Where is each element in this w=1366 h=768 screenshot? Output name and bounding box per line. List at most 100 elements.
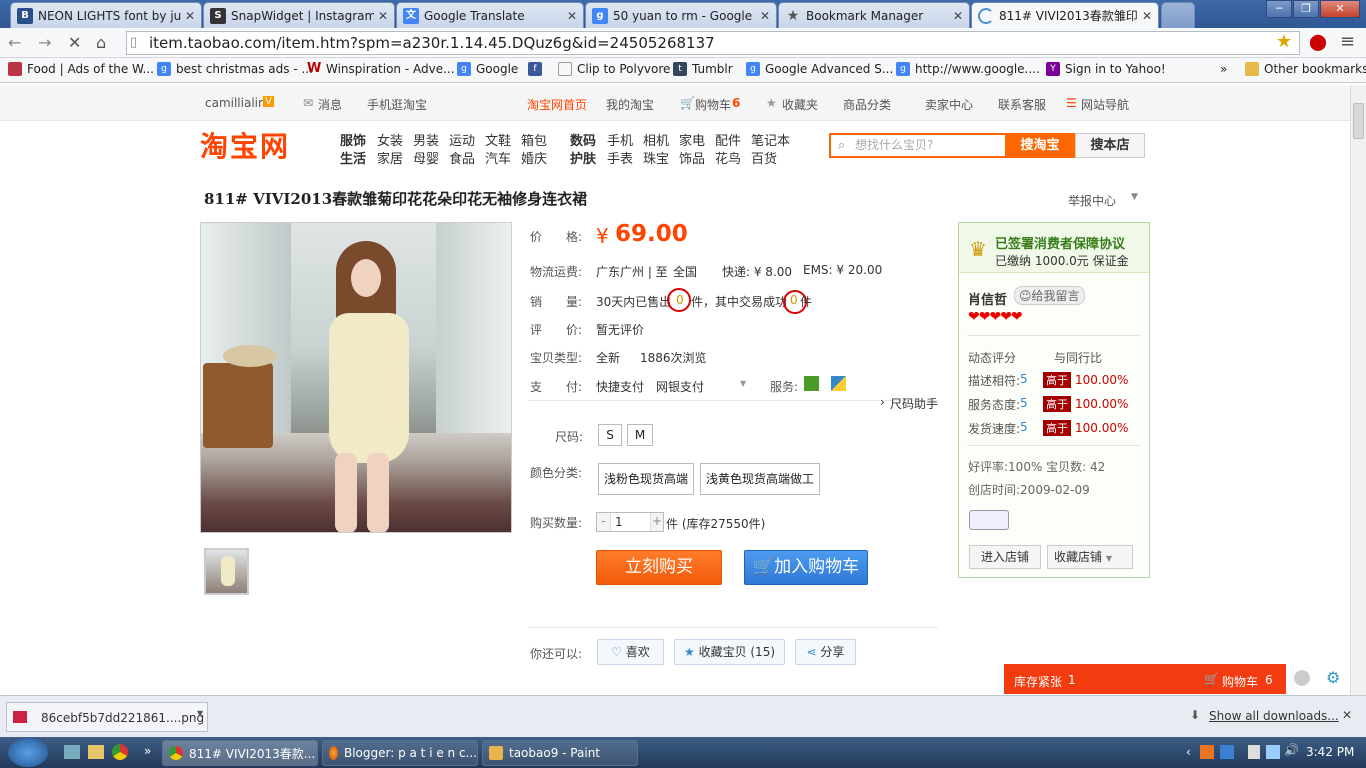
more-icon[interactable]: » bbox=[144, 744, 151, 758]
chevron-down-icon[interactable]: ▼ bbox=[740, 379, 746, 388]
category-link[interactable]: 食品 bbox=[449, 148, 475, 167]
show-desktop-icon[interactable] bbox=[64, 745, 80, 759]
close-icon[interactable]: ✕ bbox=[378, 9, 388, 23]
bookmark-item[interactable]: g best christmas ads - ... bbox=[157, 62, 313, 76]
quantity-stepper[interactable]: - 1 + bbox=[596, 512, 664, 532]
product-thumbnail[interactable] bbox=[204, 548, 249, 595]
chrome-icon[interactable] bbox=[112, 744, 128, 760]
increment-button[interactable]: + bbox=[650, 513, 663, 531]
category-link[interactable]: 花鸟 bbox=[715, 148, 741, 167]
share-button[interactable]: ⋖ 分享 bbox=[795, 639, 856, 665]
close-icon[interactable]: ✕ bbox=[760, 9, 770, 23]
category-link[interactable]: 婚庆 bbox=[521, 148, 547, 167]
buy-now-button[interactable]: 立刻购买 bbox=[596, 550, 722, 585]
vertical-scrollbar[interactable] bbox=[1350, 85, 1366, 695]
mini-cart-link[interactable]: 购物车 bbox=[1222, 673, 1258, 690]
size-option-m[interactable]: M bbox=[627, 424, 653, 446]
avatar-icon[interactable] bbox=[1294, 670, 1310, 686]
category-link[interactable]: 母婴 bbox=[413, 148, 439, 167]
volume-icon[interactable]: 🔊 bbox=[1284, 743, 1299, 757]
category-link[interactable]: 文鞋 bbox=[485, 130, 511, 149]
other-bookmarks[interactable]: Other bookmarks bbox=[1245, 62, 1366, 76]
taobao-logo[interactable]: 淘宝网 bbox=[200, 125, 290, 165]
decrement-button[interactable]: - bbox=[597, 513, 611, 531]
categories-link[interactable]: 商品分类 bbox=[843, 96, 891, 113]
bookmark-item[interactable]: g http://www.google.... bbox=[896, 62, 1040, 76]
category-link[interactable]: 运动 bbox=[449, 130, 475, 149]
size-option-s[interactable]: S bbox=[598, 424, 622, 446]
category-link[interactable]: 汽车 bbox=[485, 148, 511, 167]
color-option-yellow[interactable]: 浅黄色现货高端做工 bbox=[700, 463, 820, 495]
tray-app-icon[interactable] bbox=[1220, 745, 1234, 759]
seller-name[interactable]: 肖信哲 bbox=[968, 289, 1007, 308]
user-link[interactable]: camillialim bbox=[205, 96, 270, 110]
close-icon[interactable]: ✕ bbox=[1142, 9, 1152, 23]
category-link[interactable]: 相机 bbox=[643, 130, 669, 149]
bookmark-star-icon[interactable]: ★ bbox=[1276, 31, 1292, 52]
minimize-icon[interactable]: ─ bbox=[1266, 0, 1292, 18]
category-link[interactable]: 笔记本 bbox=[751, 130, 790, 149]
tab-bookmark-manager[interactable]: ★ Bookmark Manager ✕ bbox=[778, 2, 970, 28]
close-icon[interactable]: ✕ bbox=[567, 9, 577, 23]
new-tab-button[interactable] bbox=[1161, 2, 1195, 28]
tray-app-icon[interactable] bbox=[1200, 745, 1214, 759]
category-link[interactable]: 配件 bbox=[715, 130, 741, 149]
maximize-icon[interactable]: ❐ bbox=[1293, 0, 1319, 18]
product-main-image[interactable] bbox=[200, 222, 512, 533]
tab-google-search[interactable]: g 50 yuan to rm - Google Se ✕ bbox=[585, 2, 777, 28]
bookmark-item[interactable]: f bbox=[528, 62, 547, 76]
scrollbar-thumb[interactable] bbox=[1353, 103, 1364, 139]
category-link[interactable]: 箱包 bbox=[521, 130, 547, 149]
home-icon[interactable]: ⌂ bbox=[96, 33, 106, 52]
gear-icon[interactable]: ⚙ bbox=[1326, 668, 1340, 687]
add-to-cart-button[interactable]: 🛒加入购物车 bbox=[744, 550, 868, 585]
menu-icon[interactable]: ≡ bbox=[1340, 31, 1355, 52]
show-all-downloads-link[interactable]: Show all downloads... bbox=[1209, 709, 1339, 723]
forward-icon[interactable]: → bbox=[38, 33, 51, 52]
category-link[interactable]: 服饰 bbox=[340, 130, 366, 149]
bookmark-item[interactable]: g Google bbox=[457, 62, 518, 76]
window-close-icon[interactable]: ✕ bbox=[1320, 0, 1360, 18]
category-link[interactable]: 手表 bbox=[607, 148, 633, 167]
seller-center-link[interactable]: 卖家中心 bbox=[925, 96, 973, 113]
network-icon[interactable] bbox=[1266, 745, 1280, 759]
address-bar[interactable]: item.taobao.com/item.htm?spm=a230r.1.14.… bbox=[126, 31, 1300, 55]
taskbar-item-paint[interactable]: taobao9 - Paint bbox=[482, 740, 638, 766]
favorites-link[interactable]: 收藏夹 bbox=[782, 96, 818, 113]
close-icon[interactable]: ✕ bbox=[953, 9, 963, 23]
service-badge-icon[interactable] bbox=[804, 376, 819, 391]
size-helper-link[interactable]: 尺码助手 bbox=[890, 395, 938, 412]
category-link[interactable]: 珠宝 bbox=[643, 148, 669, 167]
start-button[interactable] bbox=[8, 738, 48, 767]
enter-shop-button[interactable]: 进入店铺 bbox=[969, 545, 1041, 569]
bookmark-item[interactable]: W Winspiration - Adve... bbox=[307, 62, 455, 77]
shipping-destination-select[interactable]: 全国 bbox=[673, 263, 697, 280]
color-option-pink[interactable]: 浅粉色现货高端 bbox=[598, 463, 694, 495]
favorite-item-button[interactable]: ★ 收藏宝贝 (15) bbox=[674, 639, 785, 665]
tab-taobao-active[interactable]: 811# VIVI2013春款雏印花 ✕ bbox=[971, 2, 1159, 28]
category-link[interactable]: 护肤 bbox=[570, 148, 596, 167]
clock[interactable]: 3:42 PM bbox=[1306, 745, 1354, 759]
like-button[interactable]: ♡ 喜欢 bbox=[597, 639, 664, 665]
category-link[interactable]: 家电 bbox=[679, 130, 705, 149]
message-seller-button[interactable]: ☺给我留言 bbox=[1014, 286, 1085, 305]
search-taobao-button[interactable]: 搜淘宝 bbox=[1005, 133, 1075, 158]
tab-neon-lights[interactable]: B NEON LIGHTS font by jua ✕ bbox=[10, 2, 202, 28]
bookmark-item[interactable]: t Tumblr bbox=[673, 62, 733, 76]
more-bookmarks-button[interactable]: » bbox=[1220, 62, 1227, 76]
tray-device-icon[interactable] bbox=[1248, 745, 1260, 759]
guarantee-title[interactable]: 已签署消费者保障协议 bbox=[995, 233, 1125, 252]
stop-icon[interactable]: ✕ bbox=[68, 33, 81, 52]
category-link[interactable]: 数码 bbox=[570, 130, 596, 149]
stock-alert-bar[interactable]: 库存紧张 1 🛒 购物车 6 bbox=[1004, 664, 1286, 694]
service-badge-icon[interactable] bbox=[831, 376, 846, 391]
search-input[interactable]: 想找什么宝贝? bbox=[829, 133, 1006, 158]
adblock-icon[interactable]: ⬤ bbox=[1309, 32, 1327, 51]
back-icon[interactable]: ← bbox=[8, 33, 21, 52]
close-icon[interactable]: ✕ bbox=[1342, 708, 1352, 722]
bookmark-item[interactable]: g Google Advanced S... bbox=[746, 62, 893, 76]
category-link[interactable]: 女装 bbox=[377, 130, 403, 149]
category-link[interactable]: 饰品 bbox=[679, 148, 705, 167]
sitemap-link[interactable]: 网站导航 bbox=[1081, 96, 1129, 113]
tray-expand-icon[interactable]: ‹ bbox=[1186, 745, 1191, 759]
